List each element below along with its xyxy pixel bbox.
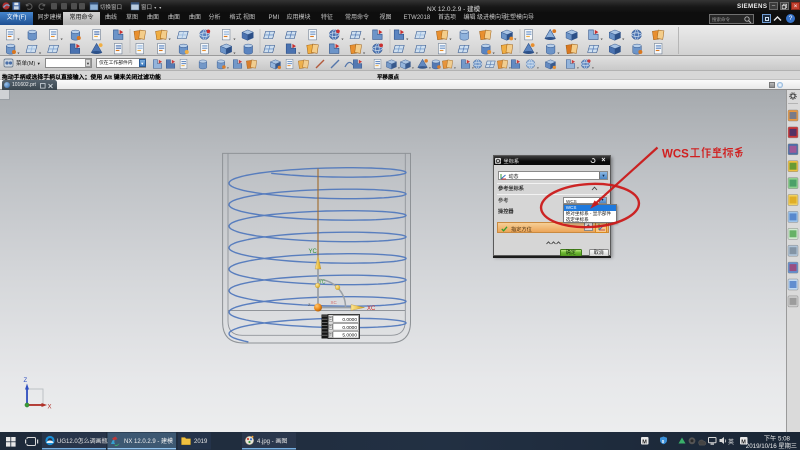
- svg-text:XC: XC: [331, 300, 338, 305]
- svg-text:5.0000: 5.0000: [342, 333, 357, 339]
- svg-text:0.0000: 0.0000: [342, 325, 357, 331]
- svg-text:2019: 2019: [194, 439, 208, 445]
- svg-text:YC: YC: [309, 249, 318, 255]
- svg-text:4.jpg - 画图: 4.jpg - 画图: [257, 438, 287, 445]
- svg-text:2019/10/16 星期三: 2019/10/16 星期三: [746, 442, 797, 450]
- svg-text:Z: Z: [308, 302, 311, 307]
- svg-text:下午 5:08: 下午 5:08: [764, 435, 791, 443]
- svg-text:XC: XC: [367, 306, 376, 312]
- svg-text:0.0000: 0.0000: [342, 317, 357, 323]
- svg-text:Z: Z: [24, 378, 28, 384]
- svg-text:英: 英: [728, 438, 734, 446]
- svg-text:M: M: [642, 439, 647, 445]
- svg-text:YC: YC: [319, 280, 326, 286]
- svg-text:NX 12.0.2.9 - 建模: NX 12.0.2.9 - 建模: [124, 437, 173, 445]
- svg-text:X: X: [48, 405, 52, 411]
